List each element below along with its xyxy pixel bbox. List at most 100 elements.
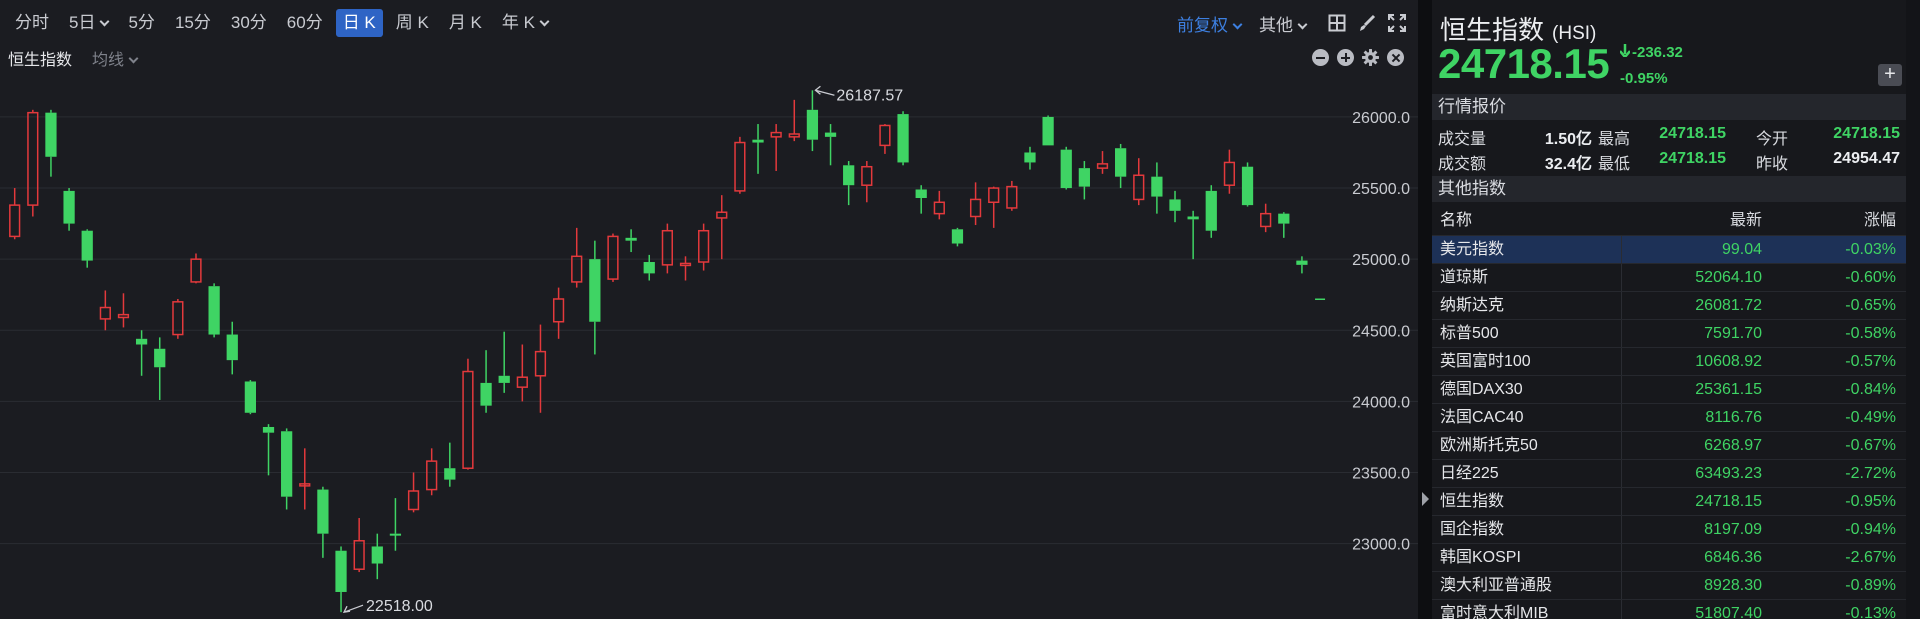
table-row[interactable]: 国企指数 8197.09 -0.94%	[1432, 516, 1906, 544]
candle[interactable]	[861, 161, 873, 203]
candle[interactable]	[1042, 115, 1054, 146]
col-change[interactable]: 涨幅	[1762, 206, 1902, 235]
candle[interactable]	[734, 136, 746, 194]
timeframe-tab[interactable]: 15分	[168, 9, 218, 37]
candle[interactable]	[988, 186, 1000, 228]
add-watchlist-button[interactable]: +	[1878, 64, 1902, 86]
candle[interactable]	[1205, 185, 1217, 238]
candle[interactable]	[698, 223, 710, 271]
other-dropdown[interactable]: 其他	[1259, 11, 1308, 36]
settings-icon[interactable]	[1362, 49, 1379, 66]
candle[interactable]	[516, 344, 528, 402]
candle[interactable]	[1006, 180, 1018, 211]
candle[interactable]	[915, 185, 927, 214]
candle[interactable]	[226, 321, 238, 375]
candle[interactable]	[1278, 212, 1290, 238]
zoom-out-icon[interactable]	[1312, 49, 1329, 66]
candle[interactable]	[99, 290, 111, 331]
candle[interactable]	[444, 442, 456, 487]
candle[interactable]	[480, 350, 492, 413]
table-row[interactable]: 纳斯达克 26081.72 -0.65%	[1432, 292, 1906, 320]
candle[interactable]	[498, 331, 510, 393]
timeframe-tab[interactable]: 5分	[121, 9, 161, 37]
col-latest[interactable]: 最新	[1622, 206, 1762, 235]
candle[interactable]	[788, 99, 800, 142]
candle[interactable]	[625, 229, 637, 253]
panel-divider[interactable]	[1418, 0, 1432, 619]
candle[interactable]	[299, 448, 311, 510]
candle[interactable]	[154, 337, 166, 400]
candle[interactable]	[1024, 146, 1036, 170]
table-row[interactable]: 英国富时100 10608.92 -0.57%	[1432, 348, 1906, 376]
candle[interactable]	[407, 472, 420, 513]
candle[interactable]	[244, 380, 257, 415]
candle[interactable]	[951, 227, 964, 247]
candle[interactable]	[752, 124, 764, 174]
candle[interactable]	[45, 109, 57, 177]
candle[interactable]	[317, 486, 329, 558]
table-row[interactable]: 德国DAX30 25361.15 -0.84%	[1432, 376, 1906, 404]
candle[interactable]	[806, 90, 819, 152]
table-row[interactable]: 韩国KOSPI 6846.36 -2.67%	[1432, 544, 1906, 572]
candle[interactable]	[172, 298, 184, 339]
candle[interactable]	[589, 240, 601, 355]
table-row[interactable]: 标普500 7591.70 -0.58%	[1432, 320, 1906, 348]
candle[interactable]	[661, 223, 673, 274]
candle[interactable]	[1115, 143, 1127, 189]
candle[interactable]	[1260, 203, 1272, 233]
candle[interactable]	[81, 229, 93, 268]
candle[interactable]	[426, 448, 438, 496]
timeframe-tab[interactable]: 日 K	[335, 9, 383, 37]
adjust-dropdown[interactable]: 前复权	[1177, 11, 1243, 36]
candle[interactable]	[281, 428, 293, 510]
fullscreen-icon[interactable]	[1388, 14, 1406, 32]
candle[interactable]	[1133, 158, 1145, 206]
candle[interactable]	[389, 498, 402, 551]
close-icon[interactable]	[1387, 49, 1404, 66]
timeframe-tab[interactable]: 60分	[280, 9, 330, 37]
ma-dropdown[interactable]: 均线	[92, 46, 139, 70]
timeframe-tab[interactable]: 30分	[224, 9, 274, 37]
zoom-in-icon[interactable]	[1337, 49, 1354, 66]
candle[interactable]	[1151, 162, 1163, 214]
candle[interactable]	[552, 287, 565, 339]
candle[interactable]	[262, 424, 275, 476]
candle[interactable]	[1169, 190, 1181, 223]
candle[interactable]	[571, 227, 583, 288]
candle[interactable]	[969, 182, 982, 226]
col-name[interactable]: 名称	[1432, 206, 1622, 235]
timeframe-tab[interactable]: 月 K	[442, 9, 489, 37]
candle[interactable]	[879, 124, 891, 154]
candle[interactable]	[607, 233, 619, 282]
table-row[interactable]: 日经225 63493.23 -2.72%	[1432, 460, 1906, 488]
timeframe-tab[interactable]: 5日	[62, 9, 115, 37]
candle[interactable]	[1096, 151, 1109, 174]
candle[interactable]	[190, 253, 202, 284]
candle[interactable]	[897, 111, 909, 166]
candle[interactable]	[1060, 146, 1072, 190]
candle[interactable]	[353, 518, 365, 573]
candle[interactable]	[117, 293, 130, 328]
candle[interactable]	[1223, 149, 1236, 194]
table-row[interactable]: 美元指数 99.04 -0.03%	[1432, 236, 1906, 264]
timeframe-tab[interactable]: 周 K	[389, 9, 436, 37]
candle[interactable]	[9, 188, 21, 240]
collapse-arrow-icon[interactable]	[1422, 492, 1429, 506]
candle[interactable]	[208, 283, 220, 338]
candle[interactable]	[371, 533, 383, 580]
candle[interactable]	[63, 188, 75, 231]
table-row[interactable]: 法国CAC40 8116.76 -0.49%	[1432, 404, 1906, 432]
timeframe-tab[interactable]: 分时	[8, 9, 56, 37]
table-row[interactable]: 欧洲斯托克50 6268.97 -0.67%	[1432, 432, 1906, 460]
table-row[interactable]: 澳大利亚普通股 8928.30 -0.89%	[1432, 572, 1906, 600]
candle[interactable]	[534, 324, 547, 413]
candle[interactable]	[462, 358, 474, 470]
layout-grid-icon[interactable]	[1328, 14, 1346, 32]
table-row[interactable]: 道琼斯 52064.10 -0.60%	[1432, 264, 1906, 292]
candle[interactable]	[770, 124, 782, 171]
candle[interactable]	[716, 195, 728, 260]
candle[interactable]	[679, 256, 692, 281]
candle[interactable]	[1187, 210, 1199, 260]
candle[interactable]	[27, 109, 39, 217]
table-row[interactable]: 富时意大利MIB 51807.40 -0.13%	[1432, 600, 1906, 619]
